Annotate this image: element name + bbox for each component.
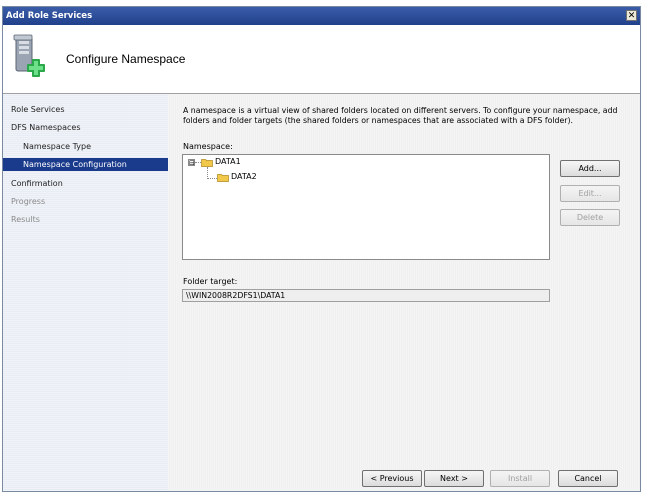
close-button[interactable]: ✕: [626, 10, 637, 21]
nav-item-namespace-type[interactable]: Namespace Type: [23, 140, 91, 153]
tree-connector: [207, 178, 217, 179]
folder-icon: [201, 159, 213, 167]
server-add-icon: [13, 34, 45, 77]
description-text: A namespace is a virtual view of shared …: [183, 106, 618, 125]
tree-node-data2[interactable]: DATA2: [231, 171, 257, 183]
edit-button[interactable]: Edit...: [560, 185, 620, 202]
cancel-button[interactable]: Cancel: [558, 470, 618, 487]
nav-item-role-services[interactable]: Role Services: [11, 103, 65, 116]
nav-item-results: Results: [11, 215, 40, 224]
folder-target-label: Folder target:: [183, 277, 238, 286]
page-title: Configure Namespace: [66, 52, 186, 66]
next-button[interactable]: Next >: [424, 470, 484, 487]
nav-item-confirmation[interactable]: Confirmation: [11, 177, 63, 190]
folder-target-field: \\WIN2008R2DFS1\DATA1: [182, 289, 550, 302]
namespace-tree[interactable]: ⊟ DATA1 DATA2: [182, 154, 550, 260]
add-role-services-window: Add Role Services ✕ Configure Namespace …: [2, 6, 641, 492]
install-button[interactable]: Install: [490, 470, 550, 487]
window-title: Add Role Services: [6, 11, 93, 21]
wizard-nav: Role Services DFS Namespaces Namespace T…: [3, 94, 168, 491]
nav-item-namespace-configuration[interactable]: Namespace Configuration: [3, 158, 168, 171]
nav-item-dfs-namespaces[interactable]: DFS Namespaces: [11, 121, 80, 134]
collapse-icon[interactable]: ⊟: [188, 159, 195, 167]
delete-button[interactable]: Delete: [560, 209, 620, 226]
folder-icon: [217, 174, 229, 182]
previous-button[interactable]: < Previous: [362, 470, 422, 487]
nav-item-progress: Progress: [11, 197, 46, 206]
tree-node-data1[interactable]: DATA1: [215, 156, 241, 168]
add-button[interactable]: Add...: [560, 160, 620, 177]
title-bar[interactable]: Add Role Services ✕: [3, 7, 640, 25]
content-pane: A namespace is a virtual view of shared …: [168, 94, 640, 491]
wizard-banner: Configure Namespace: [3, 25, 640, 94]
close-icon: ✕: [627, 11, 636, 21]
namespace-label: Namespace:: [183, 142, 233, 151]
